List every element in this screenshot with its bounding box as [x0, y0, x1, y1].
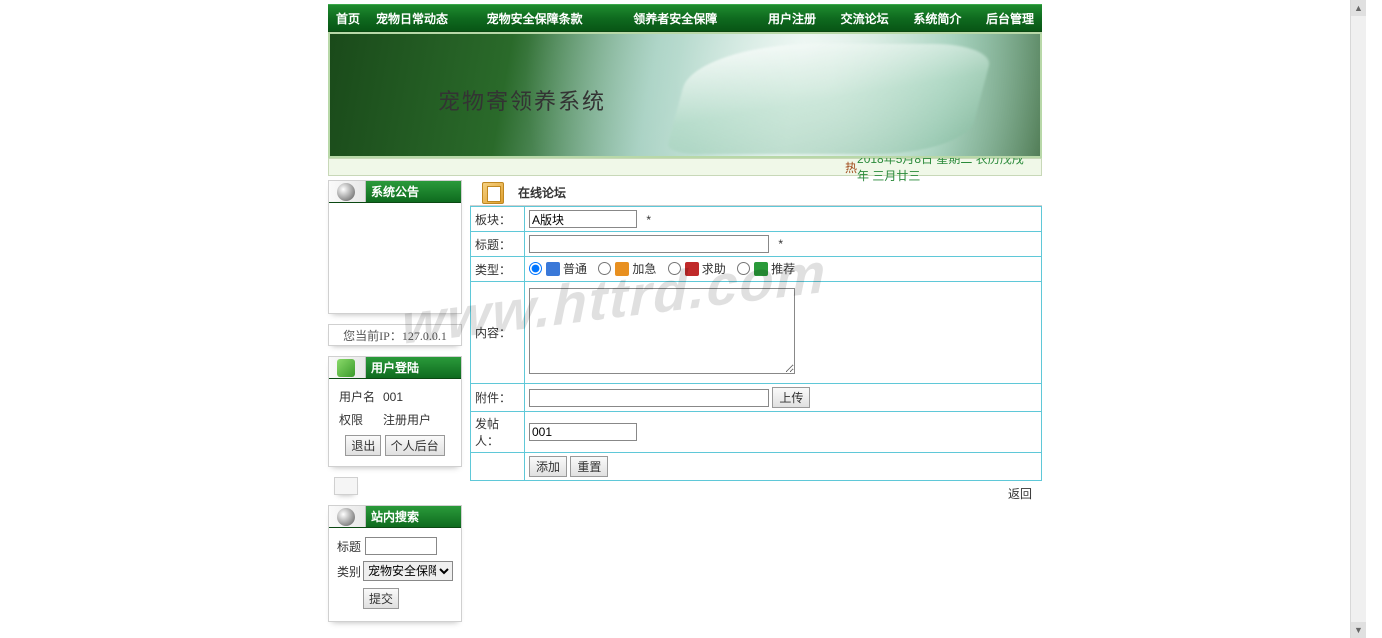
type-radio-normal[interactable]: [529, 262, 542, 275]
type-icon-recommend: [754, 262, 768, 276]
label-title: 标题：: [471, 232, 525, 257]
type-radio-urgent[interactable]: [598, 262, 611, 275]
type-icon-normal: [546, 262, 560, 276]
search-panel-icon: [337, 508, 355, 526]
poster-input[interactable]: [529, 423, 637, 441]
scroll-down-arrow[interactable]: ▼: [1351, 622, 1366, 638]
return-link[interactable]: 返回: [1008, 487, 1032, 501]
search-title-label: 标题: [337, 538, 365, 555]
type-radio-recommend[interactable]: [737, 262, 750, 275]
type-icon-help: [685, 262, 699, 276]
forum-icon: [482, 182, 504, 204]
content-textarea[interactable]: [529, 288, 795, 374]
search-category-select[interactable]: 宠物安全保障条款: [363, 561, 453, 581]
scroll-track[interactable]: [1351, 16, 1366, 622]
attachment-input[interactable]: [529, 389, 769, 407]
panel-login: 用户登陆 用户名 001 权限 注册用户 退出 个人后台: [328, 356, 462, 467]
login-username-label: 用户名: [339, 388, 383, 405]
nav-home[interactable]: 首页: [328, 10, 368, 27]
label-type: 类型：: [471, 257, 525, 282]
login-icon: [337, 359, 355, 377]
nav-safety-terms[interactable]: 宠物安全保障条款: [479, 10, 591, 27]
status-hot-label: 热: [845, 159, 857, 176]
type-label-help: 求助: [702, 260, 726, 277]
mini-box: [334, 477, 358, 495]
search-submit-button[interactable]: 提交: [363, 588, 399, 609]
label-poster: 发帖人：: [471, 412, 525, 453]
nav-register[interactable]: 用户注册: [760, 10, 824, 27]
title-input[interactable]: [529, 235, 769, 253]
submit-button[interactable]: 添加: [529, 456, 567, 477]
vertical-scrollbar[interactable]: ▲ ▼: [1350, 0, 1366, 638]
logout-button[interactable]: 退出: [345, 435, 381, 456]
label-content: 内容：: [471, 282, 525, 384]
panel-login-title: 用户登陆: [371, 359, 419, 376]
title-required: *: [778, 237, 783, 251]
type-icon-urgent: [615, 262, 629, 276]
type-label-normal: 普通: [563, 260, 587, 277]
login-username-value: 001: [383, 390, 403, 404]
forum-section-title: 在线论坛: [518, 184, 566, 201]
type-radio-help[interactable]: [668, 262, 681, 275]
panel-search: 站内搜索 标题 类别 宠物安全保障条款: [328, 505, 462, 622]
type-cell: 普通 加急 求助: [525, 257, 1042, 282]
status-bar: 热 2018年5月8日 星期二 农历戊戌年 三月廿三: [328, 158, 1042, 176]
forum-form-table: 板块： * 标题： * 类型：: [470, 206, 1042, 481]
nav-admin[interactable]: 后台管理: [978, 10, 1042, 27]
search-category-label: 类别: [337, 563, 363, 580]
panel-search-title: 站内搜索: [371, 508, 419, 525]
scroll-up-arrow[interactable]: ▲: [1351, 0, 1366, 16]
personal-admin-button[interactable]: 个人后台: [385, 435, 445, 456]
main-navbar: 首页 宠物日常动态 宠物安全保障条款 领养者安全保障 用户注册 交流论坛 系统简…: [328, 4, 1042, 32]
login-role-label: 权限: [339, 411, 383, 428]
nav-about[interactable]: 系统简介: [905, 10, 969, 27]
announce-icon: [337, 183, 355, 201]
banner: 宠物寄领养系统: [328, 32, 1042, 158]
panel-announce: 系统公告: [328, 180, 462, 314]
forum-section-header: 在线论坛: [470, 180, 1042, 206]
type-label-recommend: 推荐: [771, 260, 795, 277]
nav-daily[interactable]: 宠物日常动态: [368, 10, 456, 27]
announce-body: [329, 203, 461, 313]
type-label-urgent: 加急: [632, 260, 656, 277]
banner-title: 宠物寄领养系统: [438, 84, 606, 116]
reset-button[interactable]: 重置: [570, 456, 608, 477]
panel-announce-title: 系统公告: [371, 183, 419, 200]
board-required: *: [646, 213, 651, 227]
login-role-value: 注册用户: [383, 411, 431, 428]
label-board: 板块：: [471, 207, 525, 232]
board-input[interactable]: [529, 210, 637, 228]
nav-forum[interactable]: 交流论坛: [833, 10, 897, 27]
upload-button[interactable]: 上传: [772, 387, 810, 408]
label-attachment: 附件：: [471, 384, 525, 412]
search-title-input[interactable]: [365, 537, 437, 555]
ip-box: 您当前IP：127.0.0.1: [328, 324, 462, 346]
nav-adopter-safety[interactable]: 领养者安全保障: [625, 10, 725, 27]
